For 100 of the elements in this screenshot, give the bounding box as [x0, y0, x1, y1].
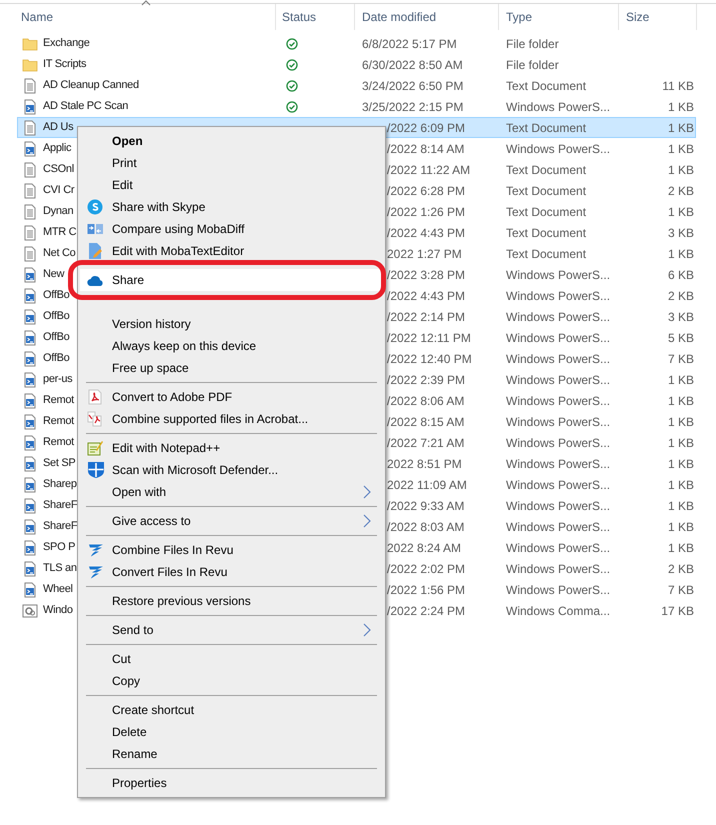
file-name: Net Co — [43, 246, 76, 262]
file-name: AD Us — [43, 120, 74, 136]
date-modified: /2022 4:43 PM — [387, 288, 466, 304]
file-size: 5 KB — [668, 330, 694, 346]
file-size: 6 KB — [668, 266, 694, 284]
file-name: Dynan — [43, 204, 74, 220]
file-type: Text Document — [506, 162, 586, 178]
date-modified: 3/24/2022 6:50 PM — [362, 78, 464, 94]
file-type: Windows PowerS... — [506, 330, 610, 346]
date-modified: /2022 8:14 AM — [387, 140, 464, 158]
file-name: ShareF — [43, 498, 78, 514]
file-type: Windows PowerS... — [506, 434, 610, 452]
file-type: Windows PowerS... — [506, 266, 610, 284]
file-name: SPO P — [43, 540, 76, 556]
file-name: New — [43, 267, 64, 282]
file-type: File folder — [506, 36, 559, 52]
file-type: Text Document — [506, 246, 586, 262]
file-type: File folder — [506, 56, 559, 74]
date-modified: /2022 11:22 AM — [387, 162, 470, 178]
date-modified: /2022 1:26 PM — [387, 204, 466, 220]
date-modified: 2022 1:27 PM — [387, 246, 462, 262]
file-size: 1 KB — [668, 246, 694, 262]
file-name: MTR C — [43, 225, 76, 240]
file-name: OffBo — [43, 351, 70, 366]
file-size: 17 KB — [661, 602, 694, 620]
file-size: 3 KB — [668, 308, 694, 326]
date-modified: /2022 7:21 AM — [387, 434, 464, 452]
file-name: OffBo — [43, 330, 70, 346]
date-modified: /2022 8:15 AM — [387, 414, 464, 430]
file-size: 7 KB — [668, 582, 694, 598]
file-name: Remot — [43, 414, 74, 430]
file-type: Windows PowerS... — [506, 582, 610, 598]
file-name: Exchange — [43, 36, 90, 52]
file-name: TLS an — [43, 561, 77, 576]
file-type: Windows Comma... — [506, 602, 610, 620]
file-size: 1 KB — [668, 392, 694, 410]
date-modified: /2022 1:56 PM — [387, 582, 466, 598]
file-size: 11 KB — [662, 78, 694, 94]
file-name: CVI Cr — [43, 183, 74, 198]
file-size: 1 KB — [668, 372, 694, 388]
date-modified: /2022 2:39 PM — [387, 372, 466, 388]
date-modified: /2022 2:14 PM — [387, 308, 466, 326]
file-type: Windows PowerS... — [506, 392, 610, 410]
file-name: Set SP — [43, 456, 76, 472]
file-name: CSOnl — [43, 162, 74, 178]
file-type: Windows PowerS... — [506, 350, 610, 368]
file-name: Sharep — [43, 477, 77, 492]
file-size: 2 KB — [668, 560, 694, 578]
file-name: Remot — [43, 393, 74, 408]
file-type: Windows PowerS... — [506, 476, 610, 494]
file-name: OffBo — [43, 288, 70, 304]
date-modified: /2022 4:43 PM — [387, 224, 466, 242]
file-size: 1 KB — [668, 140, 694, 158]
file-type: Windows PowerS... — [506, 498, 610, 514]
date-modified: 2022 8:51 PM — [387, 456, 462, 472]
file-type: Text Document — [506, 204, 586, 220]
file-size: 3 KB — [668, 224, 694, 242]
date-modified: /2022 9:33 AM — [387, 498, 464, 514]
file-type: Windows PowerS... — [506, 288, 610, 304]
file-type: Windows PowerS... — [506, 372, 610, 388]
file-type: Windows PowerS... — [506, 518, 610, 536]
file-type: Windows PowerS... — [506, 140, 610, 158]
file-type: Windows PowerS... — [506, 308, 610, 326]
date-modified: 3/25/2022 2:15 PM — [362, 98, 464, 116]
file-name: AD Cleanup Canned — [43, 78, 139, 94]
date-modified: /2022 2:24 PM — [387, 602, 466, 620]
file-type: Windows PowerS... — [506, 98, 610, 116]
file-type: Text Document — [506, 78, 586, 94]
date-modified: /2022 8:03 AM — [387, 518, 464, 536]
file-name: OffBo — [43, 309, 70, 324]
file-name: per-us — [43, 372, 72, 388]
file-size: 2 KB — [668, 182, 694, 200]
date-modified: /2022 2:02 PM — [387, 560, 466, 578]
file-name: AD Stale PC Scan — [43, 99, 128, 114]
file-name: Remot — [43, 435, 74, 450]
file-type: Windows PowerS... — [506, 540, 610, 556]
date-modified: /2022 6:09 PM — [387, 120, 466, 136]
date-modified: /2022 12:11 PM — [387, 330, 471, 346]
file-type: Text Document — [506, 224, 586, 242]
file-size: 1 KB — [668, 414, 694, 430]
file-type: Text Document — [506, 182, 586, 200]
file-size: 1 KB — [668, 98, 694, 116]
file-type: Windows PowerS... — [506, 560, 610, 578]
file-size: 2 KB — [668, 288, 694, 304]
file-size: 1 KB — [668, 120, 694, 136]
file-size: 1 KB — [668, 476, 694, 494]
file-type: Text Document — [506, 120, 586, 136]
date-modified: /2022 3:28 PM — [387, 266, 466, 284]
file-size: 1 KB — [668, 204, 694, 220]
file-size: 1 KB — [668, 518, 694, 536]
date-modified: /2022 12:40 PM — [387, 350, 472, 368]
file-size: 7 KB — [668, 350, 694, 368]
date-modified: 2022 11:09 AM — [387, 476, 467, 494]
file-size: 1 KB — [668, 498, 694, 514]
file-name: IT Scripts — [43, 57, 86, 72]
file-size: 1 KB — [668, 456, 694, 472]
file-name: Applic — [43, 141, 72, 156]
date-modified: 6/30/2022 8:50 AM — [362, 56, 463, 74]
file-name: Wheel — [43, 582, 73, 598]
file-size: 1 KB — [668, 162, 694, 178]
